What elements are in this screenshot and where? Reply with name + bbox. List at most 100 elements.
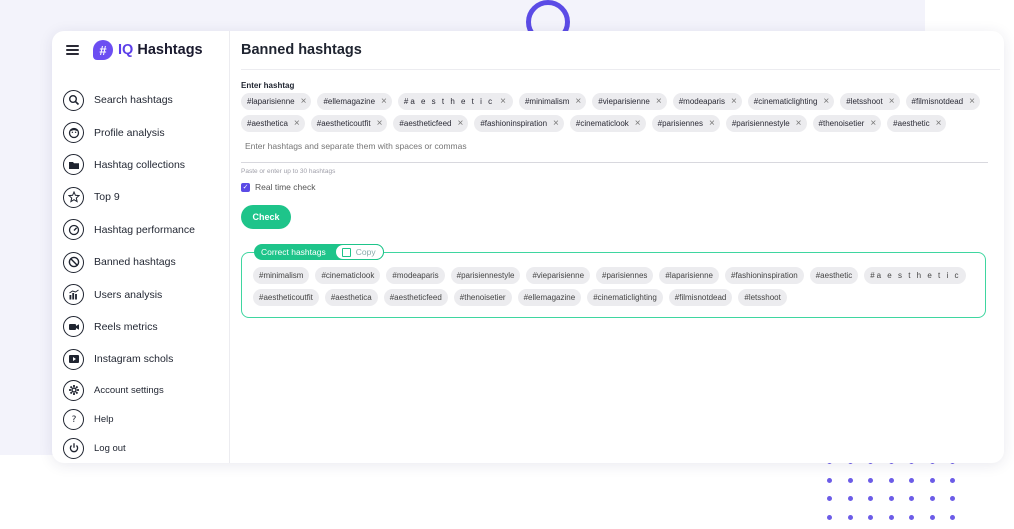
main-content: Banned hashtags Enter hashtag #laparisie…: [230, 31, 1004, 463]
check-button[interactable]: Check: [241, 205, 291, 229]
sidebar-item-instagram-schols[interactable]: Instagram schols: [63, 343, 223, 375]
decorative-dot: [909, 477, 914, 483]
remove-chip-icon[interactable]: ×: [796, 118, 802, 129]
hashtag-chip[interactable]: #parisiennestyle ×: [725, 115, 807, 132]
sidebar-item-profile-analysis[interactable]: Profile analysis: [63, 116, 223, 148]
remove-chip-icon[interactable]: ×: [969, 96, 975, 107]
remove-chip-icon[interactable]: ×: [457, 118, 463, 129]
remove-chip-icon[interactable]: ×: [381, 96, 387, 107]
search-icon: [63, 89, 84, 111]
sidebar-item-label: Search hashtags: [94, 94, 173, 107]
menu-icon[interactable]: [66, 45, 79, 55]
remove-chip-icon[interactable]: ×: [301, 96, 307, 107]
correct-hashtag-chip: #aesthetic: [809, 267, 859, 284]
sidebar-item-log-out[interactable]: Log out: [63, 434, 223, 463]
sidebar: # IQ Hashtags Search hashtags Profile ana…: [52, 31, 230, 463]
correct-hashtag-chip: #cinematiclook: [315, 267, 381, 284]
hashtag-chip[interactable]: #parisiennes ×: [651, 115, 720, 132]
copy-icon: [341, 247, 351, 257]
play-icon: [63, 348, 84, 370]
sidebar-item-banned-hashtags[interactable]: Banned hashtags: [63, 246, 223, 278]
remove-chip-icon[interactable]: ×: [656, 96, 662, 107]
remove-chip-icon[interactable]: ×: [823, 96, 829, 107]
sidebar-item-help[interactable]: ? Help: [63, 405, 223, 434]
remove-chip-icon[interactable]: ×: [870, 118, 876, 129]
sidebar-item-search-hashtags[interactable]: Search hashtags: [63, 84, 223, 116]
video-icon: [63, 316, 84, 338]
sidebar-item-label: Instagram schols: [94, 353, 174, 366]
remove-chip-icon[interactable]: ×: [889, 96, 895, 107]
hashtag-chip[interactable]: #aesthetic ×: [887, 115, 947, 132]
remove-chip-icon[interactable]: ×: [553, 118, 559, 129]
remove-chip-icon[interactable]: ×: [575, 96, 581, 107]
hashtag-chip[interactable]: #minimalism ×: [518, 93, 587, 110]
hashtag-chip[interactable]: #laparisienne ×: [241, 93, 312, 110]
hashtag-chip[interactable]: #aestheticfeed ×: [393, 115, 469, 132]
sidebar-item-reels-metrics[interactable]: Reels metrics: [63, 311, 223, 343]
app-window: # IQ Hashtags Search hashtags Profile ana…: [52, 31, 1004, 463]
bar-chart-icon: [63, 284, 84, 306]
hashtag-chip[interactable]: #cinematiclighting ×: [747, 93, 835, 110]
correct-hashtag-chip: #laparisienne: [659, 267, 719, 284]
decorative-dot: [868, 477, 873, 483]
sidebar-item-label: Users analysis: [94, 288, 163, 301]
checkbox-checked-icon[interactable]: ✓: [241, 182, 250, 192]
decorative-dot: [827, 477, 832, 483]
correct-hashtag-chip: #aestheticoutfit: [253, 289, 319, 306]
sidebar-item-account-settings[interactable]: Account settings: [63, 376, 223, 405]
correct-hashtags-header: Correct hashtags Copy: [254, 244, 384, 260]
correct-hashtag-chip: #parisiennes: [596, 267, 654, 284]
remove-chip-icon[interactable]: ×: [936, 118, 942, 129]
hashtag-chip[interactable]: #letsshoot ×: [840, 93, 900, 110]
power-icon: [63, 437, 84, 459]
remove-chip-icon[interactable]: ×: [635, 118, 641, 129]
face-icon: [63, 122, 84, 144]
copy-button[interactable]: Copy: [334, 244, 384, 260]
hashtag-chip[interactable]: #aestheticoutfit ×: [310, 115, 388, 132]
correct-hashtags-list: #minimalism #cinematiclook #modeaparis #par…: [253, 267, 973, 306]
correct-hashtag-chip: #a e s t h e t i c: [864, 267, 967, 284]
correct-hashtag-chip: #letsshoot: [738, 289, 787, 306]
remove-chip-icon[interactable]: ×: [500, 96, 508, 107]
sidebar-nav: Search hashtags Profile analysis Hashtag c…: [63, 84, 223, 463]
sidebar-item-hashtag-performance[interactable]: Hashtag performance: [63, 214, 223, 246]
correct-hashtag-chip: #parisiennestyle: [450, 267, 521, 284]
sidebar-item-label: Log out: [94, 442, 126, 454]
sidebar-item-label: Banned hashtags: [94, 256, 176, 269]
hashtag-chip[interactable]: #ellemagazine ×: [317, 93, 392, 110]
realtime-check-toggle[interactable]: ✓ Real time check: [241, 182, 315, 192]
decorative-dot: [868, 514, 873, 520]
correct-hashtag-chip: #minimalism: [253, 267, 310, 284]
hashtag-chip[interactable]: #filmisnotdead ×: [905, 93, 980, 110]
decorative-dot: [847, 514, 853, 520]
hashtag-chip[interactable]: #vieparisienne ×: [592, 93, 667, 110]
sidebar-item-users-analysis[interactable]: Users analysis: [63, 278, 223, 310]
decorative-dot: [909, 514, 914, 520]
sidebar-item-hashtag-collections[interactable]: Hashtag collections: [63, 149, 223, 181]
hashtag-input[interactable]: [241, 137, 489, 154]
decorative-dot: [827, 514, 832, 520]
hashtag-chip[interactable]: #a e s t h e t i c ×: [397, 93, 513, 110]
correct-hashtag-chip: #fashioninspiration: [725, 267, 804, 284]
remove-chip-icon[interactable]: ×: [731, 96, 737, 107]
decorative-dot-grid: [827, 459, 967, 529]
sidebar-item-label: Help: [94, 413, 114, 425]
input-label: Enter hashtag: [241, 81, 295, 90]
correct-hashtag-chip: #vieparisienne: [526, 267, 591, 284]
decorative-dot: [888, 477, 894, 483]
decorative-dot: [950, 477, 955, 483]
decorative-dot: [847, 477, 853, 483]
star-icon: [63, 186, 84, 208]
sidebar-item-top-9[interactable]: Top 9: [63, 181, 223, 213]
hashtag-chip[interactable]: #thenoisetier ×: [812, 115, 882, 132]
remove-chip-icon[interactable]: ×: [294, 118, 300, 129]
hashtag-chip[interactable]: #aesthetica ×: [241, 115, 305, 132]
decorative-dot: [847, 496, 853, 501]
ban-icon: [63, 251, 84, 273]
hashtag-chip[interactable]: #modeaparis ×: [672, 93, 742, 110]
hashtag-input-box[interactable]: #laparisienne × #ellemagazine × #a e s t h e…: [241, 93, 989, 154]
remove-chip-icon[interactable]: ×: [709, 118, 715, 129]
hashtag-chip[interactable]: #fashioninspiration ×: [474, 115, 564, 132]
hashtag-chip[interactable]: #cinematiclook ×: [569, 115, 646, 132]
remove-chip-icon[interactable]: ×: [377, 118, 383, 129]
